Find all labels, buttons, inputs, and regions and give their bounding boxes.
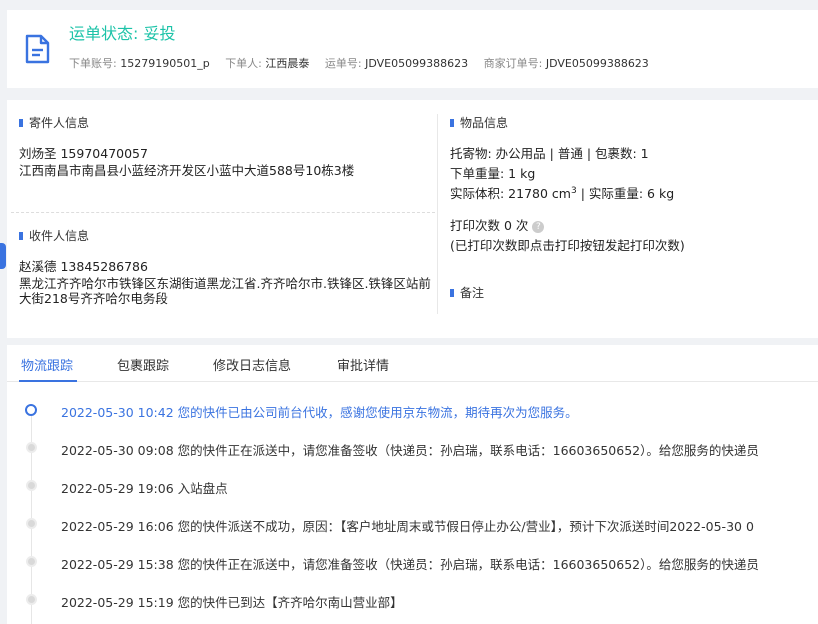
timeline-dot-icon bbox=[26, 518, 37, 529]
timeline-dot-icon bbox=[26, 556, 37, 567]
orderer: 江西晨泰 bbox=[265, 57, 310, 70]
section-marker-icon bbox=[19, 231, 23, 240]
meta-label: 下单账号: bbox=[69, 57, 117, 70]
section-marker-icon bbox=[450, 288, 454, 297]
sender-address: 江西南昌市南昌县小蓝经济开发区小蓝中大道588号10栋3楼 bbox=[19, 163, 355, 178]
active-tab-indicator bbox=[19, 380, 77, 382]
timeline-text: 2022-05-29 19:06 入站盘点 bbox=[61, 481, 228, 496]
timeline-item: 2022-05-29 15:38 您的快件正在派送中，请您准备签收（快递员：孙启… bbox=[7, 553, 818, 573]
goods-item-line: 托寄物: 办公用品 | 普通 | 包裹数: 1 bbox=[450, 146, 649, 161]
receiver-section-title: 收件人信息 bbox=[19, 227, 89, 244]
help-circle-icon[interactable]: ? bbox=[532, 221, 545, 233]
order-account: 15279190501_p bbox=[120, 57, 210, 70]
goods-volume-weight: 实际体积: 21780 cm3 | 实际重量: 6 kg bbox=[450, 185, 675, 201]
timeline-text: 2022-05-30 09:08 您的快件正在派送中，请您准备签收（快递员：孙启… bbox=[61, 443, 759, 458]
remark-section-title: 备注 bbox=[450, 284, 484, 301]
section-marker-icon bbox=[450, 118, 454, 127]
print-count: 打印次数 0 次? bbox=[450, 215, 545, 234]
timeline-item: 2022-05-30 10:42 您的快件已由公司前台代收，感谢您使用京东物流，… bbox=[7, 401, 818, 421]
goods-order-weight: 下单重量: 1 kg bbox=[450, 166, 536, 181]
tracking-card: 物流跟踪 包裹跟踪 修改日志信息 审批详情 2022-05-30 10:42 您… bbox=[7, 345, 818, 624]
waybill-meta: 下单账号: 15279190501_p 下单人: 江西晨泰 运单号: JDVE0… bbox=[69, 55, 649, 71]
receiver-address: 黑龙江齐齐哈尔市铁锋区东湖街道黑龙江省.齐齐哈尔市.铁锋区.铁锋区站前大街218… bbox=[19, 276, 431, 306]
timeline-item: 2022-05-29 19:06 入站盘点 bbox=[7, 477, 818, 497]
receiver-name-phone: 赵溪德 13845286786 bbox=[19, 259, 148, 274]
timeline-item: 2022-05-29 15:19 您的快件已到达【齐齐哈尔南山营业部】 bbox=[7, 591, 818, 611]
tab-package-tracking[interactable]: 包裹跟踪 bbox=[117, 355, 169, 374]
waybill-number: JDVE05099388623 bbox=[365, 57, 469, 70]
timeline-dot-icon bbox=[26, 480, 37, 491]
merchant-order-number: JDVE05099388623 bbox=[545, 57, 649, 70]
timeline-text: 2022-05-29 15:38 您的快件正在派送中，请您准备签收（快递员：孙启… bbox=[61, 557, 759, 572]
tab-logistics-tracking[interactable]: 物流跟踪 bbox=[21, 355, 73, 374]
sender-section-title: 寄件人信息 bbox=[19, 114, 89, 131]
side-expand-handle[interactable] bbox=[0, 243, 6, 269]
timeline-item: 2022-05-30 09:08 您的快件正在派送中，请您准备签收（快递员：孙启… bbox=[7, 439, 818, 459]
column-divider bbox=[437, 114, 438, 314]
section-marker-icon bbox=[19, 118, 23, 127]
sender-name-phone: 刘炀圣 15970470057 bbox=[19, 146, 148, 161]
meta-label: 商家订单号: bbox=[483, 57, 543, 70]
goods-section-title: 物品信息 bbox=[450, 114, 508, 131]
timeline-text: 2022-05-30 10:42 您的快件已由公司前台代收，感谢您使用京东物流，… bbox=[61, 405, 578, 420]
timeline-text: 2022-05-29 16:06 您的快件派送不成功，原因：【客户地址周末或节假… bbox=[61, 519, 754, 534]
document-icon bbox=[25, 34, 50, 64]
timeline-dot-icon bbox=[25, 404, 37, 416]
timeline-item: 2022-05-29 16:06 您的快件派送不成功，原因：【客户地址周末或节假… bbox=[7, 515, 818, 535]
meta-label: 运单号: bbox=[324, 57, 362, 70]
waybill-status-card: 运单状态: 妥投 下单账号: 15279190501_p 下单人: 江西晨泰 运… bbox=[7, 10, 818, 88]
waybill-status-title: 运单状态: 妥投 bbox=[69, 24, 176, 43]
tab-approval-details[interactable]: 审批详情 bbox=[337, 355, 389, 374]
shipment-info-card: 寄件人信息 刘炀圣 15970470057 江西南昌市南昌县小蓝经济开发区小蓝中… bbox=[7, 100, 818, 338]
timeline-dot-icon bbox=[26, 442, 37, 453]
section-divider bbox=[11, 212, 435, 213]
meta-label: 下单人: bbox=[225, 57, 262, 70]
tab-change-log[interactable]: 修改日志信息 bbox=[213, 355, 291, 374]
print-count-note: (已打印次数即点击打印按钮发起打印次数) bbox=[450, 238, 685, 253]
timeline-dot-icon bbox=[26, 594, 37, 605]
tracking-tabs: 物流跟踪 包裹跟踪 修改日志信息 审批详情 bbox=[7, 345, 818, 382]
timeline-text: 2022-05-29 15:19 您的快件已到达【齐齐哈尔南山营业部】 bbox=[61, 595, 403, 610]
